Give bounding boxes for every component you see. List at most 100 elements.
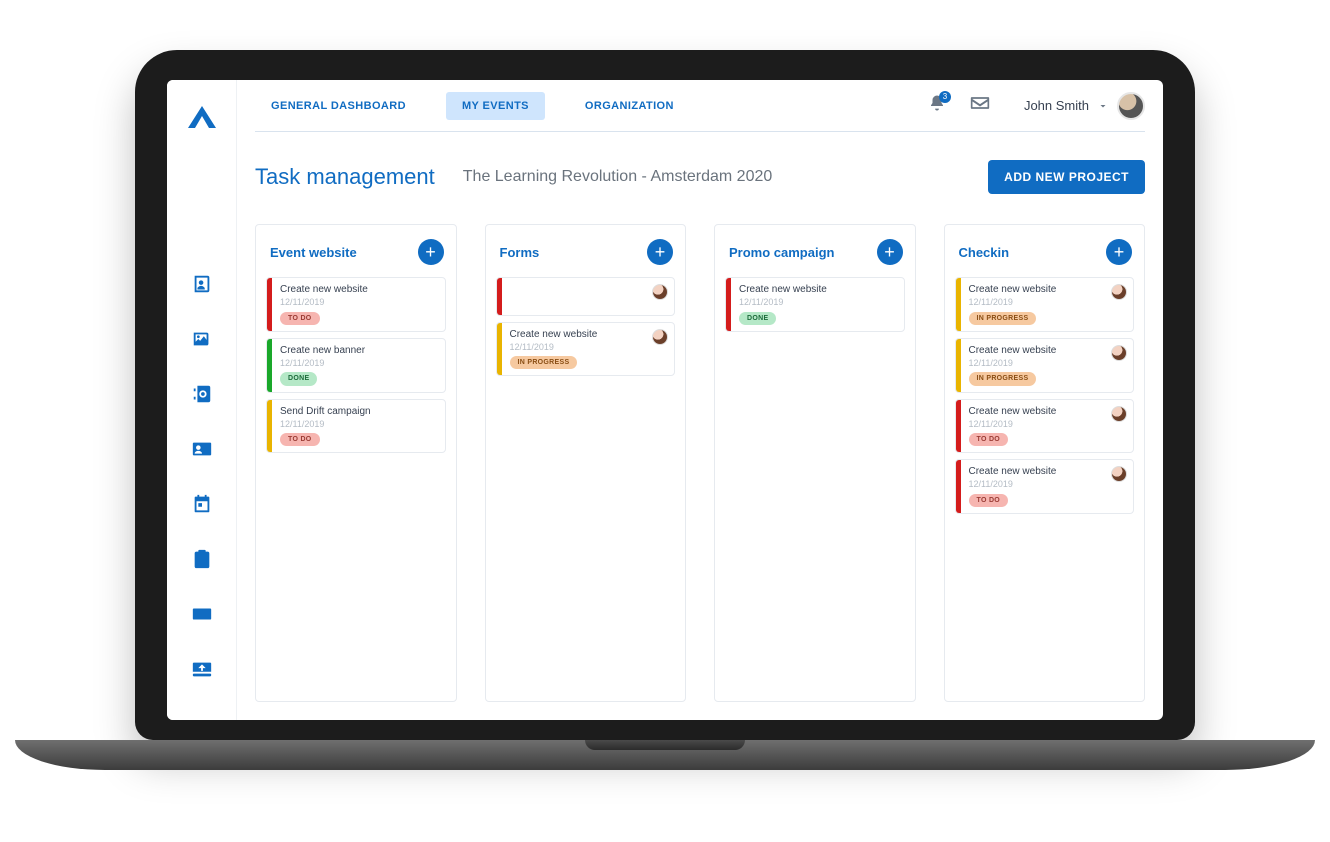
card-title: Send Drift campaign [280, 405, 437, 418]
add-new-project-button[interactable]: ADD NEW PROJECT [988, 160, 1145, 194]
task-card[interactable]: Create new website12/11/2019 TO DO [955, 399, 1135, 454]
kanban-column: Event website+Create new website12/11/20… [255, 224, 457, 702]
kanban-column: Forms + Create new website12/11/2019 IN PR… [485, 224, 687, 702]
card-title: Create new website [969, 283, 1126, 296]
share-icon[interactable] [191, 658, 213, 685]
card-title: Create new banner [280, 344, 437, 357]
task-card[interactable]: Create new website12/11/2019 IN PROGRESS [496, 322, 676, 377]
card-date: 12/11/2019 [969, 297, 1126, 309]
column-title: Checkin [959, 245, 1010, 260]
task-card[interactable]: Create new website12/11/2019 IN PROGRESS [955, 338, 1135, 393]
page-header: Task management The Learning Revolution … [255, 132, 1145, 224]
media-icon[interactable] [191, 328, 213, 355]
card-body: Create new website12/11/2019 TO DO [961, 460, 1134, 513]
notification-count: 3 [939, 91, 951, 103]
card-date: 12/11/2019 [969, 419, 1126, 431]
card-body: Create new website12/11/2019 TO DO [272, 278, 445, 331]
card-body [502, 278, 675, 315]
add-card-button[interactable]: + [647, 239, 673, 265]
status-badge: TO DO [969, 494, 1009, 507]
column-header: Event website + [266, 235, 446, 277]
card-title: Create new website [969, 405, 1126, 418]
card-date: 12/11/2019 [280, 419, 437, 431]
task-card[interactable] [496, 277, 676, 316]
card-body: Send Drift campaign12/11/2019 TO DO [272, 400, 445, 453]
column-header: Promo campaign + [725, 235, 905, 277]
laptop-bezel: GENERAL DASHBOARD MY EVENTS ORGANIZATION… [135, 50, 1195, 740]
card-title: Create new website [280, 283, 437, 296]
card-body: Create new website12/11/2019 DONE [731, 278, 904, 331]
main-content: GENERAL DASHBOARD MY EVENTS ORGANIZATION… [237, 80, 1163, 720]
nav-general-dashboard[interactable]: GENERAL DASHBOARD [255, 92, 422, 120]
assignee-avatar [1111, 284, 1127, 300]
status-badge: IN PROGRESS [969, 312, 1037, 325]
laptop-base [15, 740, 1315, 770]
kanban-column: Checkin+Create new website12/11/2019IN P… [944, 224, 1146, 702]
card-date: 12/11/2019 [739, 297, 896, 309]
user-name: John Smith [1024, 98, 1089, 113]
card-title: Create new website [969, 344, 1126, 357]
status-badge: TO DO [280, 433, 320, 446]
task-card[interactable]: Create new banner12/11/2019 DONE [266, 338, 446, 393]
card-title: Create new website [510, 328, 667, 341]
clipboard-icon[interactable] [191, 548, 213, 575]
add-card-button[interactable]: + [418, 239, 444, 265]
column-title: Forms [500, 245, 540, 260]
badge-icon[interactable] [191, 438, 213, 465]
app-screen: GENERAL DASHBOARD MY EVENTS ORGANIZATION… [167, 80, 1163, 720]
card-body: Create new banner12/11/2019 DONE [272, 339, 445, 392]
task-card[interactable]: Create new website12/11/2019 TO DO [266, 277, 446, 332]
contacts-icon[interactable] [191, 273, 213, 300]
status-badge: IN PROGRESS [969, 372, 1037, 385]
column-title: Promo campaign [729, 245, 834, 260]
chevron-down-icon [1097, 100, 1109, 112]
card-body: Create new website12/11/2019 IN PROGRESS [961, 278, 1134, 331]
status-badge: IN PROGRESS [510, 356, 578, 369]
task-card[interactable]: Create new website12/11/2019 IN PROGRESS [955, 277, 1135, 332]
nav-my-events[interactable]: MY EVENTS [446, 92, 545, 120]
messages-icon[interactable] [970, 95, 990, 116]
card-date [510, 297, 667, 309]
card-title [510, 283, 667, 296]
calendar-icon[interactable] [191, 493, 213, 520]
column-title: Event website [270, 245, 357, 260]
logo-icon [188, 106, 216, 133]
column-header: Checkin + [955, 235, 1135, 277]
card-date: 12/11/2019 [969, 479, 1126, 491]
page-subtitle: The Learning Revolution - Amsterdam 2020 [463, 168, 773, 186]
top-nav: GENERAL DASHBOARD MY EVENTS ORGANIZATION… [255, 80, 1145, 132]
card-body: Create new website12/11/2019 IN PROGRESS [961, 339, 1134, 392]
status-badge: TO DO [969, 433, 1009, 446]
nav-organization[interactable]: ORGANIZATION [569, 92, 690, 120]
card-date: 12/11/2019 [969, 358, 1126, 370]
page-title: Task management [255, 164, 435, 190]
task-card[interactable]: Create new website12/11/2019 TO DO [955, 459, 1135, 514]
card-icon[interactable] [191, 603, 213, 630]
kanban-column: Promo campaign + Create new website12/11/2… [714, 224, 916, 702]
sidebar [167, 80, 237, 720]
card-title: Create new website [739, 283, 896, 296]
card-date: 12/11/2019 [280, 358, 437, 370]
notifications-icon[interactable]: 3 [928, 94, 946, 117]
card-date: 12/11/2019 [510, 342, 667, 354]
assignee-avatar [1111, 345, 1127, 361]
task-card[interactable]: Create new website12/11/2019 DONE [725, 277, 905, 332]
add-card-button[interactable]: + [1106, 239, 1132, 265]
card-title: Create new website [969, 465, 1126, 478]
status-badge: DONE [739, 312, 776, 325]
settings-icon[interactable] [191, 383, 213, 410]
laptop-mockup: GENERAL DASHBOARD MY EVENTS ORGANIZATION… [135, 50, 1195, 770]
status-badge: TO DO [280, 312, 320, 325]
add-card-button[interactable]: + [877, 239, 903, 265]
assignee-avatar [1111, 406, 1127, 422]
assignee-avatar [652, 284, 668, 300]
card-body: Create new website12/11/2019 IN PROGRESS [502, 323, 675, 376]
task-card[interactable]: Send Drift campaign12/11/2019 TO DO [266, 399, 446, 454]
card-date: 12/11/2019 [280, 297, 437, 309]
status-badge: DONE [280, 372, 317, 385]
column-header: Forms + [496, 235, 676, 277]
user-menu[interactable]: John Smith [1014, 92, 1145, 120]
avatar [1117, 92, 1145, 120]
assignee-avatar [652, 329, 668, 345]
card-body: Create new website12/11/2019 TO DO [961, 400, 1134, 453]
